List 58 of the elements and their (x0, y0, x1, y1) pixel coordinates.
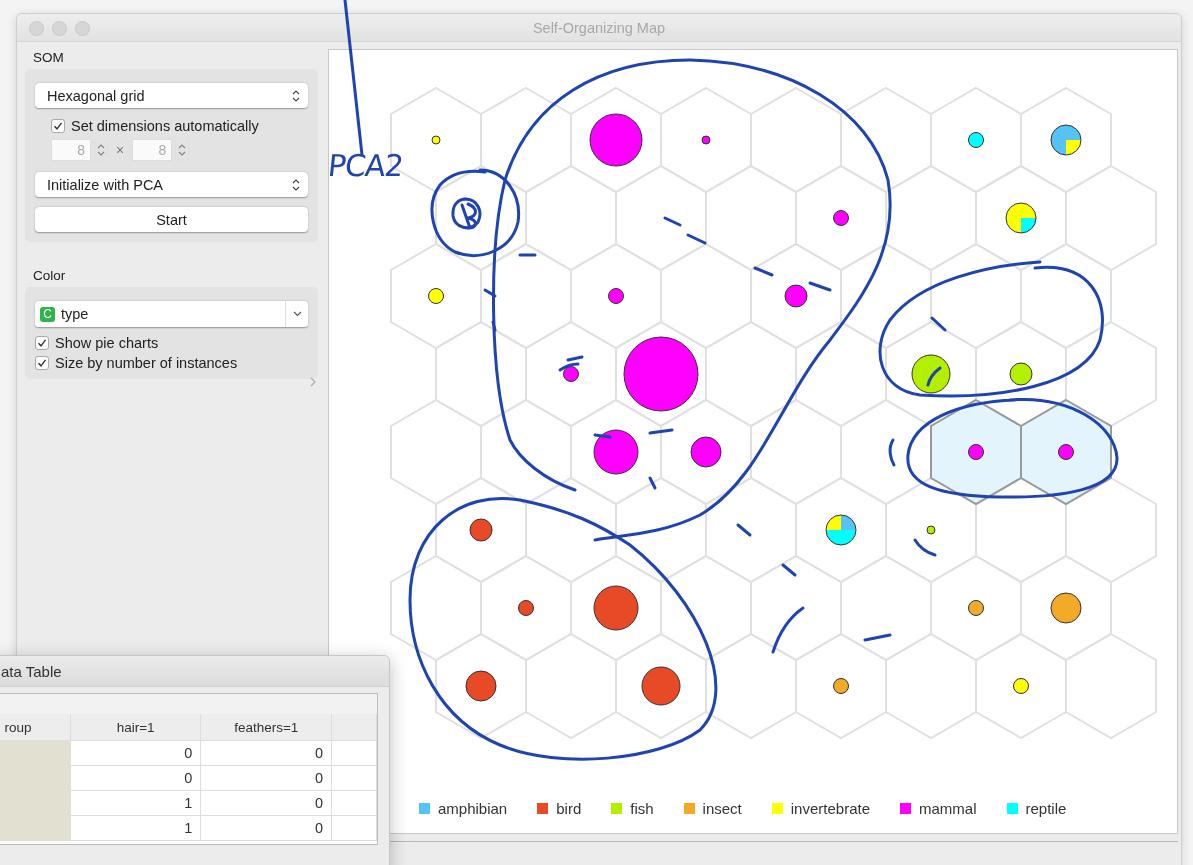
grid-type-dropdown[interactable]: Hexagonal grid (35, 83, 308, 108)
table-cell: 1 (70, 790, 201, 816)
section-heading: SOM (33, 50, 65, 65)
checkbox[interactable] (51, 119, 65, 133)
legend-label: fish (630, 800, 654, 817)
table-cell: 0 (70, 765, 201, 791)
hex-cell[interactable] (435, 632, 527, 740)
legend-label: invertebrate (790, 800, 870, 817)
column-header[interactable]: feathers=1 (200, 714, 332, 741)
hex-cell[interactable] (1065, 632, 1157, 740)
ink-stroke (771, 606, 805, 654)
checkbox-label: Size by number of instances (55, 355, 238, 371)
column-header[interactable]: roup (0, 714, 71, 741)
checkbox[interactable] (35, 336, 49, 350)
hex-cell[interactable] (525, 632, 617, 740)
checkbox-label: Show pie charts (55, 335, 159, 351)
table-cell: 0 (200, 740, 332, 766)
window-title: Self-Organizing Map (532, 19, 666, 36)
hex-cell[interactable] (390, 554, 482, 662)
table-cell: 0 (70, 740, 201, 766)
legend-label: mammal (919, 800, 977, 817)
legend-label: reptile (1025, 800, 1067, 817)
column-header[interactable]: hair=1 (70, 714, 201, 741)
section-heading: Color (33, 268, 67, 283)
hex-cell[interactable] (885, 632, 977, 740)
handwritten-label: PCA2 (326, 148, 405, 183)
window-title: ata Table (1, 662, 62, 680)
group-cell (0, 815, 71, 841)
selected-hex-cell[interactable] (1020, 398, 1112, 506)
legend-label: insect (702, 800, 742, 817)
table-cell: 0 (200, 790, 332, 816)
table-cell: 1 (70, 815, 201, 841)
checkbox-label: Set dimensions automatically (71, 118, 259, 134)
hex-cell[interactable] (795, 632, 887, 740)
table-cell: 0 (200, 765, 332, 791)
legend-label: bird (556, 800, 582, 817)
hex-cell[interactable] (390, 398, 482, 506)
stepper-arrows-icon[interactable] (292, 88, 300, 103)
chevron-down-icon (292, 311, 302, 317)
legend-label: amphibian (438, 800, 508, 817)
hex-cell[interactable] (615, 632, 707, 740)
ink-stroke (781, 563, 797, 577)
checkbox[interactable] (35, 356, 49, 370)
start-button[interactable]: Start (35, 207, 308, 232)
times-sign: × (116, 142, 125, 158)
stepper-arrows-icon[interactable] (292, 177, 300, 192)
color-variable-dropdown[interactable]: C type (35, 301, 308, 327)
initialization-dropdown[interactable]: Initialize with PCA (35, 172, 308, 197)
categorical-badge: C (40, 306, 55, 322)
selected-hex-cell[interactable] (930, 398, 1022, 506)
ink-stroke (913, 538, 937, 557)
hex-cell[interactable] (705, 632, 797, 740)
table-cell: 0 (200, 815, 332, 841)
hex-cell[interactable] (1065, 164, 1157, 272)
hex-cell[interactable] (390, 242, 482, 350)
hex-cell[interactable] (975, 632, 1067, 740)
group-cell (0, 740, 71, 766)
ink-stroke (863, 633, 892, 642)
